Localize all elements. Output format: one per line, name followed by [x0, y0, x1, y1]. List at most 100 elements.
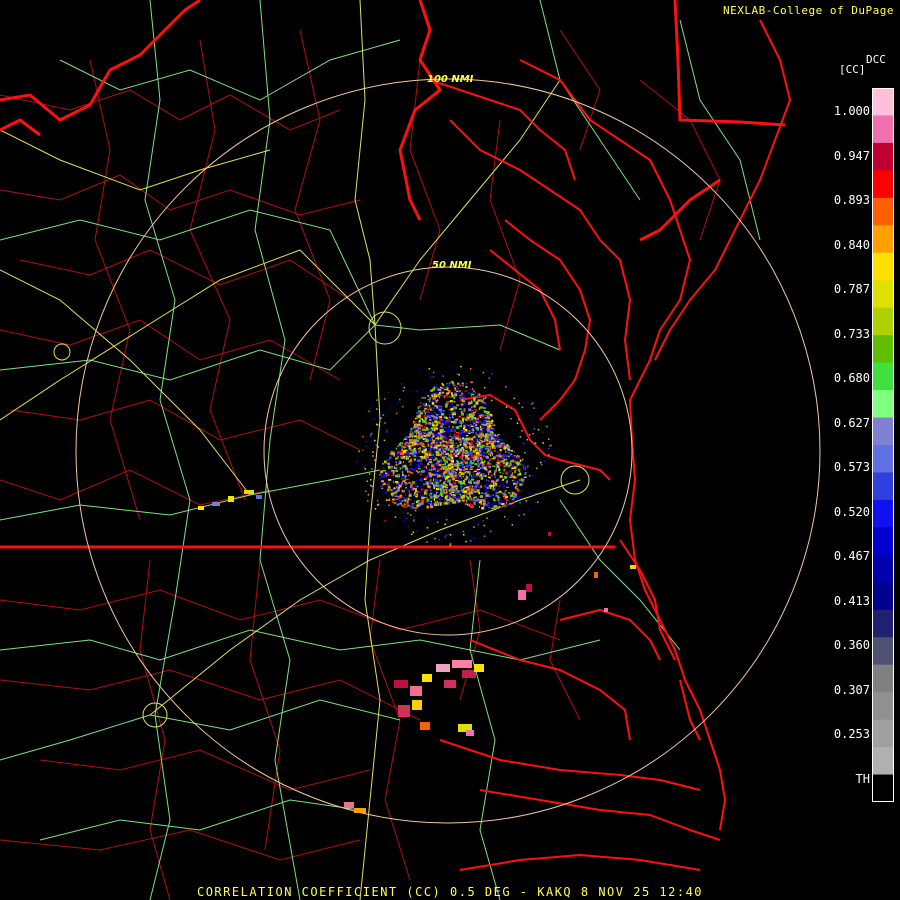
echo-pixel [458, 498, 460, 500]
echo-pixel [452, 428, 456, 431]
echo-pixel [462, 382, 464, 385]
echo-pixel [539, 459, 541, 462]
echo-pixel [417, 491, 420, 493]
echo-pixel [465, 413, 469, 416]
echo-pixel [396, 485, 398, 489]
echo-pixel [425, 447, 427, 450]
echo-pixel [416, 485, 419, 488]
legend-tick-label: 0.253 [833, 727, 870, 741]
echo-pixel [510, 485, 513, 487]
echo-pixel [425, 466, 427, 469]
echo-pixel [514, 470, 516, 473]
echo-pixel [488, 472, 490, 476]
echo-pixel [519, 459, 522, 462]
echo-pixel [450, 460, 454, 463]
echo-pixel [488, 414, 491, 417]
echo-pixel [449, 419, 452, 421]
echo-pixel [451, 473, 454, 475]
echo-pixel [483, 485, 487, 487]
echo-pixel [472, 500, 476, 502]
echo-pixel [454, 485, 458, 488]
echo-pixel [486, 443, 489, 445]
echo-pixel [477, 399, 481, 402]
echo-pixel [402, 468, 404, 472]
echo-pixel [505, 505, 507, 508]
echo-pixel [398, 443, 401, 446]
echo-pixel [429, 400, 431, 402]
echo-pixel [480, 485, 482, 487]
echo-pixel [481, 506, 485, 510]
echo-pixel [408, 460, 411, 463]
echo-pixel [472, 520, 475, 522]
echo-pixel [386, 488, 390, 492]
echo-pixel [368, 410, 370, 412]
echo-pixel [443, 426, 447, 429]
echo-pixel [491, 503, 494, 505]
echo-pixel [458, 500, 461, 503]
echo-pixel [433, 478, 435, 482]
legend-tick-label: 0.787 [833, 282, 870, 296]
echo-pixel [492, 440, 494, 443]
echo-pixel [487, 461, 490, 464]
echo-pixel [438, 439, 443, 442]
echo-pixel [505, 496, 509, 498]
echo-pixel [483, 451, 485, 454]
echo-pixel [441, 456, 445, 460]
echo-pixel [503, 468, 505, 472]
echo-pixel [402, 512, 405, 514]
echo-pixel [423, 456, 426, 459]
echo-pixel [368, 473, 371, 475]
echo-pixel [401, 490, 404, 493]
echo-pixel [492, 488, 496, 491]
echo-pixel [499, 445, 503, 447]
echo-pixel [444, 523, 446, 526]
echo-pixel [479, 432, 482, 435]
legend-swatch [872, 582, 894, 611]
echo-pixel [398, 473, 400, 476]
echo-pixel [413, 503, 416, 507]
echo-pixel [466, 483, 470, 486]
echo-pixel [439, 496, 443, 500]
echo-pixel [443, 471, 447, 474]
echo-pixel [460, 394, 464, 396]
echo-pixel [434, 395, 438, 398]
echo-pixel [439, 434, 443, 437]
echo-pixel [463, 410, 466, 412]
echo-pixel [409, 514, 412, 516]
echo-pixel [450, 493, 453, 496]
echo-pixel [461, 454, 464, 456]
echo-pixel [409, 433, 412, 436]
echo-pixel [466, 496, 469, 498]
echo-pixel [497, 442, 500, 445]
echo-pixel [451, 394, 454, 398]
echo-pixel [436, 470, 438, 473]
echo-pixel [430, 492, 433, 494]
echo-pixel [468, 476, 470, 480]
echo-pixel [410, 467, 414, 470]
echo-pixel [441, 475, 445, 478]
echo-pixel [429, 489, 432, 491]
echo-pixel [495, 494, 498, 497]
echo-pixel [409, 493, 412, 495]
echo-pixel [486, 479, 488, 482]
echo-pixel [420, 440, 424, 443]
echo-pixel [388, 498, 391, 501]
echo-pixel [384, 460, 387, 464]
echo-pixel [462, 530, 465, 533]
echo-pixel [460, 383, 462, 386]
echo-pixel [441, 391, 445, 394]
echo-pixel [494, 441, 497, 443]
echo-pixel [501, 460, 505, 462]
echo-pixel [523, 513, 525, 516]
echo-pixel [418, 410, 421, 413]
echo-pixel [407, 445, 411, 448]
echo-pixel [453, 436, 456, 438]
echo-pixel [484, 474, 487, 477]
echo-pixel [414, 488, 417, 490]
echo-pixel [415, 432, 418, 435]
echo-pixel [507, 446, 510, 449]
echo-pixel [461, 443, 463, 446]
echo-pixel [369, 435, 372, 438]
echo-pixel [498, 499, 500, 502]
echo-pixel [399, 447, 401, 450]
